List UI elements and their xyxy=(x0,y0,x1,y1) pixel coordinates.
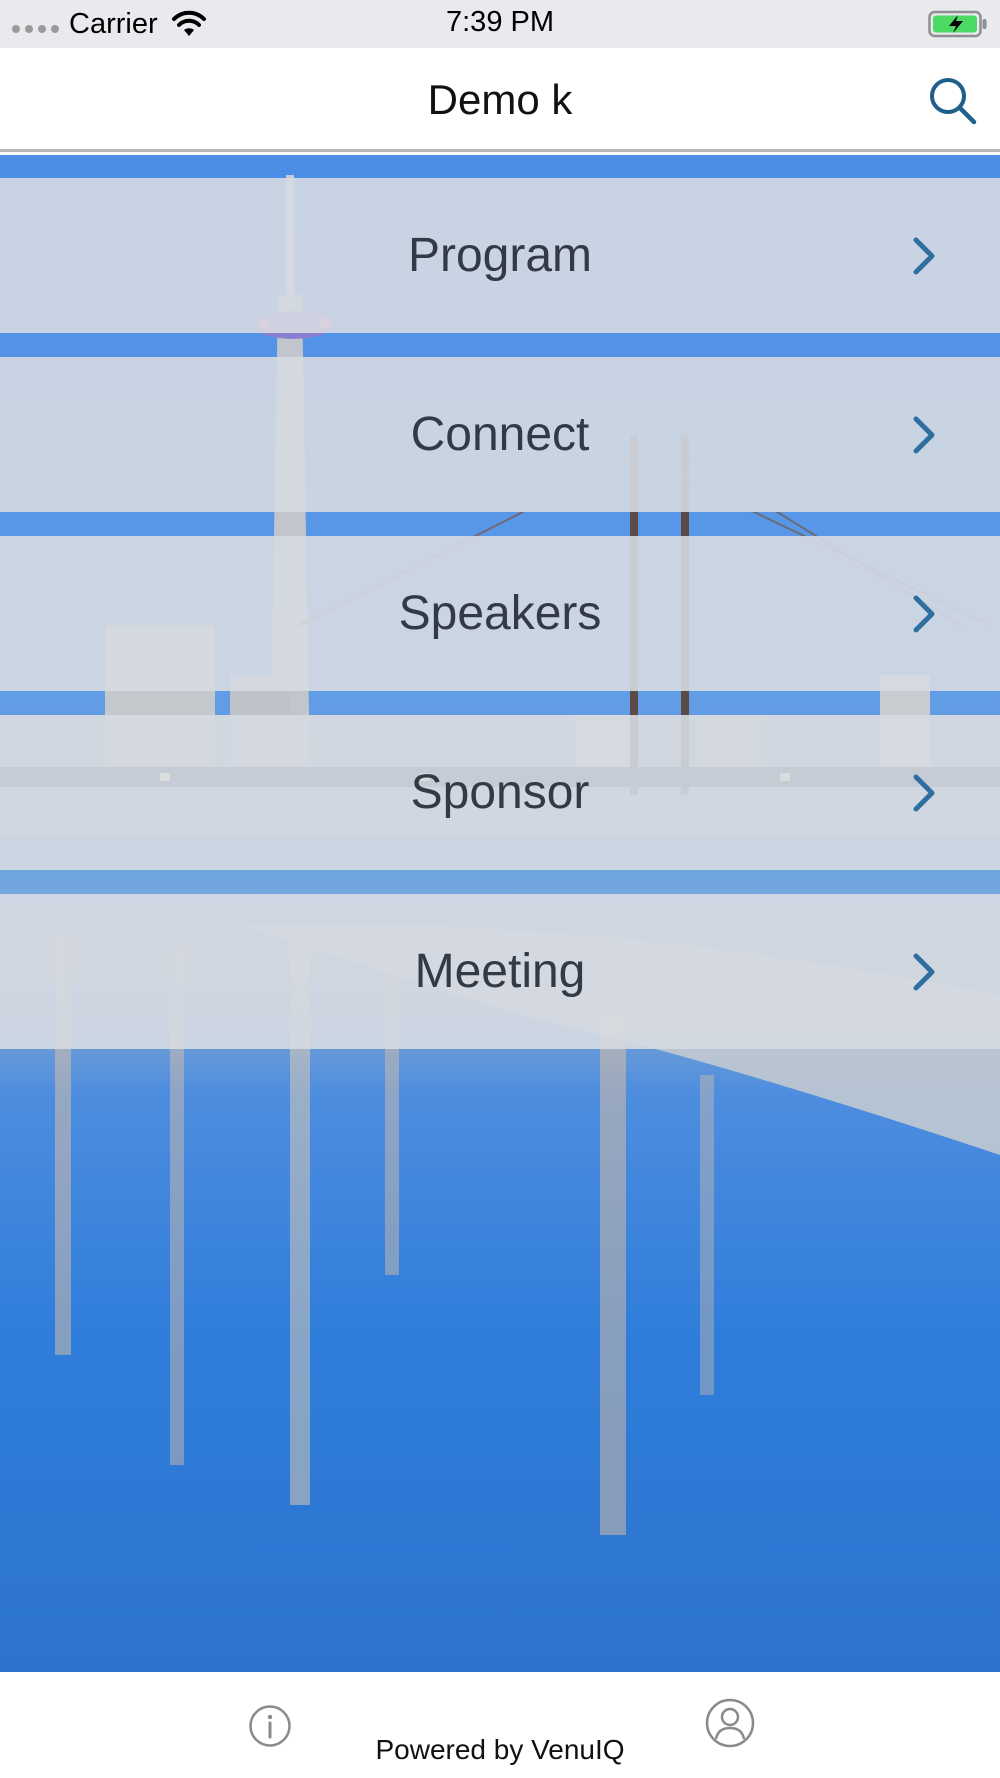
menu-item-sponsor[interactable]: Sponsor xyxy=(0,715,1000,870)
menu-item-label: Meeting xyxy=(414,945,586,998)
menu-item-label: Program xyxy=(407,229,593,282)
menu-item-connect[interactable]: Connect xyxy=(0,357,1000,512)
battery-charging-icon xyxy=(928,10,987,38)
menu-item-program[interactable]: Program xyxy=(0,178,1000,333)
menu-item-label: Sponsor xyxy=(410,766,590,819)
menu-item-speakers[interactable]: Speakers xyxy=(0,536,1000,691)
menu-item-label: Speakers xyxy=(398,587,602,640)
search-icon[interactable] xyxy=(926,74,978,126)
powered-by-label: Powered by VenuIQ xyxy=(375,1734,625,1765)
chevron-right-icon xyxy=(913,595,935,633)
bottom-bar: Powered by VenuIQ xyxy=(0,1672,1000,1778)
chevron-right-icon xyxy=(913,774,935,812)
chevron-right-icon xyxy=(913,953,935,991)
chevron-right-icon xyxy=(913,237,935,275)
background-image: Program Connect Speakers Sponsor Meeting xyxy=(0,155,1000,1672)
status-bar: Carrier 7:39 PM xyxy=(0,0,1000,48)
navigation-bar: Demo k xyxy=(0,48,1000,152)
chevron-right-icon xyxy=(913,416,935,454)
menu-item-label: Connect xyxy=(410,408,590,461)
menu-item-meeting[interactable]: Meeting xyxy=(0,894,1000,1049)
page-title: Demo k xyxy=(427,76,573,123)
status-time: 7:39 PM xyxy=(446,6,554,38)
